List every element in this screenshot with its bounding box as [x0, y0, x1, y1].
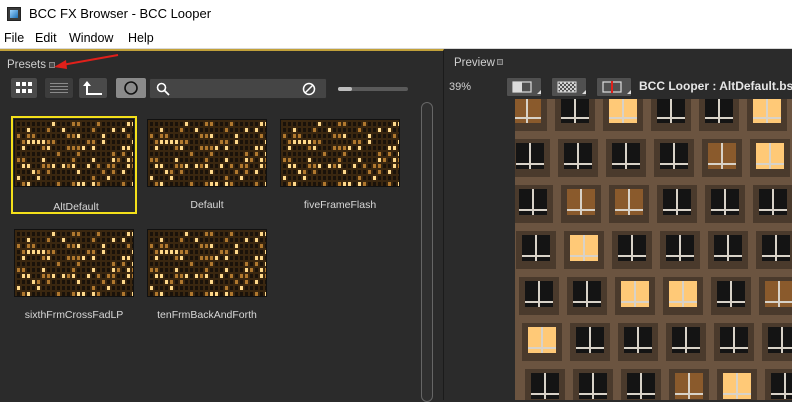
preview-title: BCC Looper : AltDefault.bsp — [639, 79, 792, 93]
list-view-icon — [50, 83, 68, 93]
split-line-button[interactable] — [596, 77, 632, 97]
preset-thumbnail — [14, 119, 134, 187]
presets-panel-title: Presets — [7, 59, 46, 71]
preset-scrollbar[interactable] — [421, 102, 433, 402]
menu-file[interactable]: File — [4, 31, 24, 45]
preset-item[interactable]: fiveFrameFlash — [277, 116, 403, 214]
preset-item[interactable]: AltDefault — [11, 116, 137, 214]
menu-window[interactable]: Window — [69, 31, 113, 45]
annotation-arrow-icon — [54, 54, 119, 69]
up-folder-button[interactable] — [78, 77, 108, 99]
preset-thumbnail — [147, 119, 267, 187]
preview-image — [515, 99, 792, 400]
thumbnail-size-fill — [338, 87, 352, 91]
filter-circle-button[interactable] — [115, 77, 147, 99]
preset-label: sixthFrmCrossFadLP — [24, 309, 124, 321]
presets-panel: Presets AltDefault Default fiveFrameFlas… — [0, 49, 444, 402]
search-input[interactable] — [172, 80, 292, 97]
menu-bar: File Edit Window Help — [0, 29, 792, 49]
preview-panel-title: Preview — [454, 57, 495, 69]
checkerboard-icon — [557, 81, 586, 94]
thumbnail-size-slider[interactable] — [338, 87, 408, 91]
window-title: BCC FX Browser - BCC Looper — [29, 6, 212, 21]
split-line-icon — [602, 81, 631, 94]
grid-view-button[interactable] — [10, 77, 38, 99]
preset-item[interactable]: sixthFrmCrossFadLP — [11, 226, 137, 324]
preset-label: Default — [190, 199, 224, 211]
zoom-level[interactable]: 39% — [449, 81, 471, 93]
search-box[interactable] — [149, 78, 327, 99]
preset-label: tenFrmBackAndForth — [157, 309, 257, 321]
compare-split-button[interactable] — [506, 77, 542, 97]
search-icon — [156, 82, 170, 96]
preset-item[interactable]: tenFrmBackAndForth — [144, 226, 270, 324]
building-photo — [515, 99, 792, 400]
compare-split-icon — [512, 81, 541, 94]
circle-icon — [124, 81, 138, 95]
app-icon — [7, 7, 21, 21]
grid-view-icon — [16, 82, 32, 93]
title-bar: BCC FX Browser - BCC Looper — [0, 0, 792, 29]
preset-thumbnail — [14, 229, 134, 297]
preset-thumbnail — [280, 119, 400, 187]
preset-item[interactable]: Default — [144, 116, 270, 214]
clear-icon[interactable] — [302, 82, 316, 96]
menu-help[interactable]: Help — [128, 31, 154, 45]
preset-label: fiveFrameFlash — [303, 199, 377, 211]
preview-panel: Preview 39% BCC Looper : AltDefault.bsp — [445, 49, 792, 400]
preset-thumbnail — [147, 229, 267, 297]
list-view-button[interactable] — [44, 77, 74, 99]
panel-pin-icon[interactable] — [497, 59, 503, 65]
up-folder-icon — [83, 81, 102, 95]
menu-edit[interactable]: Edit — [35, 31, 57, 45]
preset-label: AltDefault — [53, 201, 99, 213]
checkerboard-button[interactable] — [551, 77, 587, 97]
